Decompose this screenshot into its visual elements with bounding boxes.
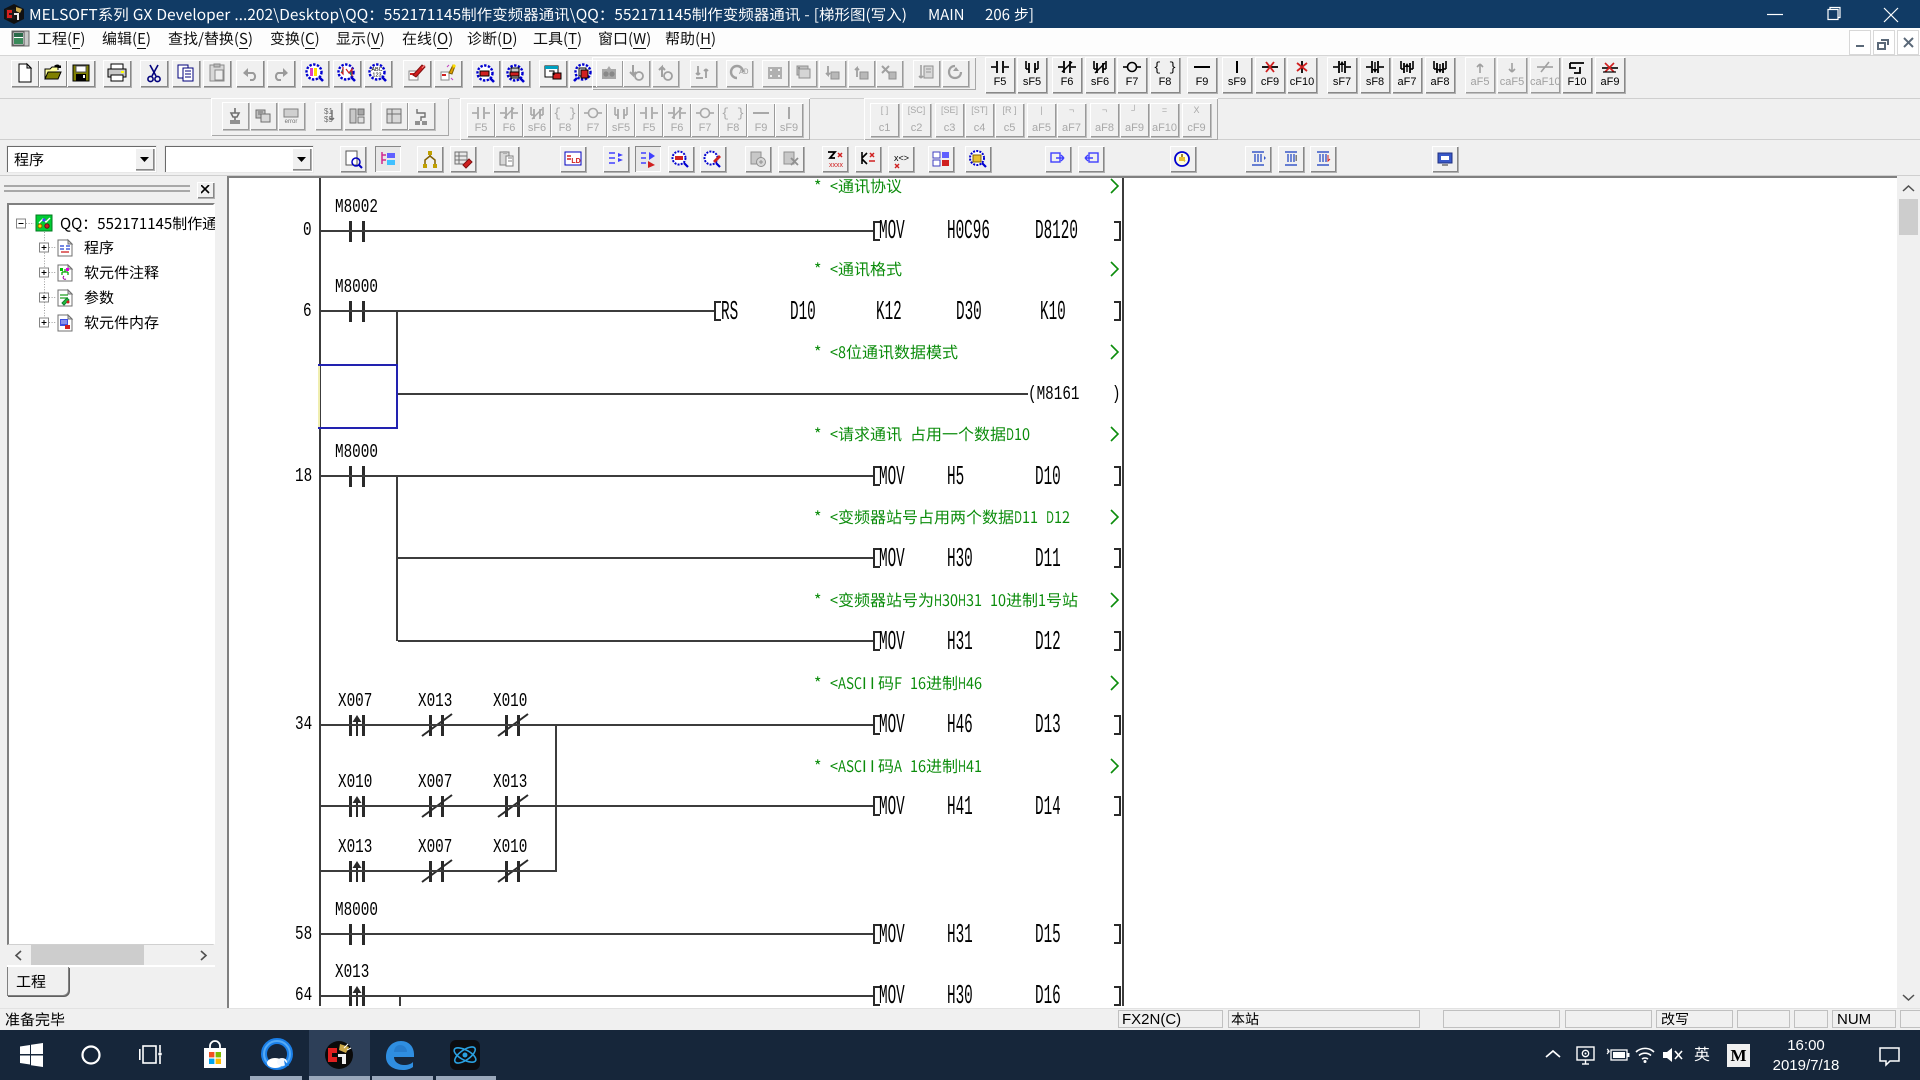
svg-text:{ }: { } [1153, 60, 1176, 75]
svg-text:I: I [1295, 154, 1297, 163]
svg-text:x<>: x<> [894, 153, 909, 163]
svg-text:123: 123 [372, 73, 381, 79]
svg-text:xxxx: xxxx [829, 162, 844, 169]
svg-text:LD: LD [571, 158, 580, 165]
